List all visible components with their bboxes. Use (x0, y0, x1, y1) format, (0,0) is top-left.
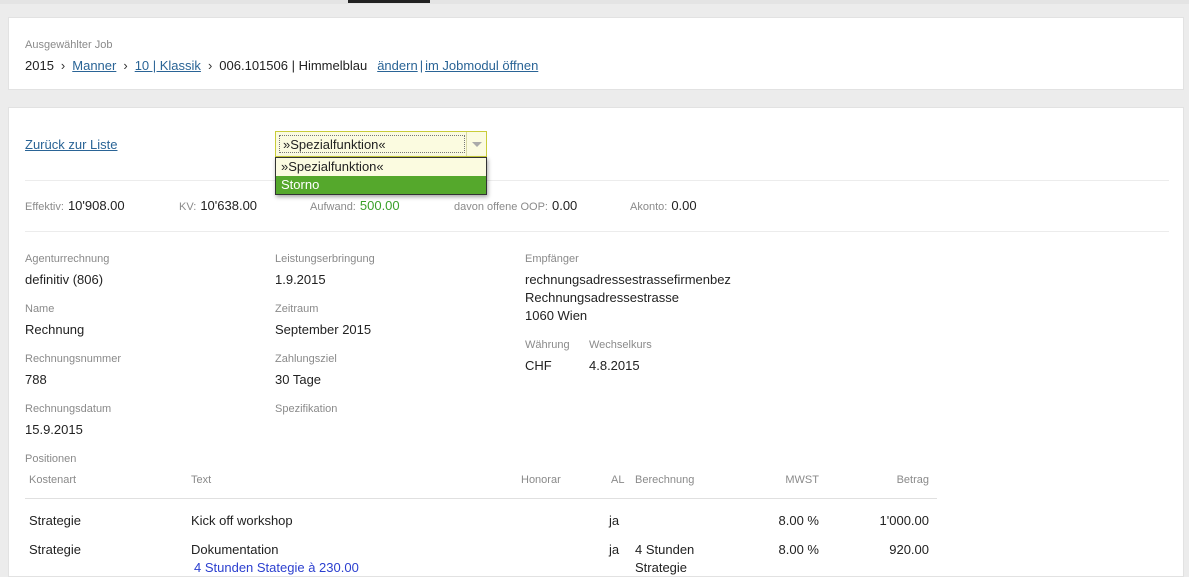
col-header-kostenart: Kostenart (29, 474, 77, 486)
special-function-select[interactable]: »Spezialfunktion« (275, 131, 487, 157)
cell-text: Dokumentation (191, 542, 279, 557)
col-header-al: AL (611, 474, 625, 486)
open-in-job-module-link[interactable]: im Jobmodul öffnen (425, 58, 538, 73)
divider (25, 231, 1169, 232)
breadcrumb-separator: › (123, 58, 128, 73)
total-effektiv: Effektiv: 10'908.00 (25, 198, 125, 213)
field-agenturrechnung: Agenturrechnung definitiv (806) (25, 253, 110, 287)
cell-mwst: 8.00 % (778, 542, 819, 557)
breadcrumb-separator: › (207, 58, 213, 73)
total-open-oop: davon offene OOP: 0.00 (454, 198, 578, 213)
field-leistungserbringung: Leistungserbringung 1.9.2015 (275, 253, 375, 287)
breadcrumb-job: 006.101506 | Himmelblau (219, 58, 368, 73)
field-rechnungsnummer: Rechnungsnummer 788 (25, 353, 121, 387)
cell-betrag: 1'000.00 (879, 513, 929, 528)
col-header-honorar: Honorar (521, 474, 561, 486)
chevron-down-icon (472, 142, 482, 147)
total-akonto: Akonto: 0.00 (630, 198, 697, 213)
cell-text-sub-detail[interactable]: 4 Stunden Stategie à 230.00 (194, 559, 359, 577)
cell-betrag: 920.00 (889, 542, 929, 557)
col-header-betrag: Betrag (896, 474, 929, 486)
dropdown-option-storno[interactable]: Storno (276, 176, 486, 194)
breadcrumb-separator: › (60, 58, 66, 73)
field-spezifikation: Spezifikation (275, 403, 338, 415)
breadcrumb-client-link[interactable]: Manner (72, 58, 116, 73)
cell-text: Kick off workshop (191, 513, 293, 528)
cell-mwst: 8.00 % (778, 513, 819, 528)
positions-title: Positionen (25, 453, 77, 465)
field-wechselkurs: Wechselkurs 4.8.2015 (589, 339, 652, 373)
cell-kostenart: Strategie (29, 513, 82, 528)
field-empfaenger: Empfänger rechnungsadressestrassefirmenb… (525, 253, 731, 323)
total-aufwand: Aufwand: 500.00 (310, 198, 400, 213)
dropdown-option-special-function[interactable]: »Spezialfunktion« (276, 158, 486, 176)
back-to-list-link[interactable]: Zurück zur Liste (25, 137, 117, 152)
field-rechnungsdatum: Rechnungsdatum 15.9.2015 (25, 403, 112, 437)
cell-berechnung-line2: Strategie (635, 560, 688, 575)
job-breadcrumb: 2015 › Manner › 10 | Klassik › 006.101506 | Hi… (25, 58, 538, 73)
selected-job-card: Ausgewählter Job 2015 › Manner › 10 | Klassi… (8, 17, 1184, 90)
col-header-text: Text (191, 474, 212, 486)
selected-job-label: Ausgewählter Job (25, 39, 113, 51)
select-current-value: »Spezialfunktion« (279, 135, 465, 153)
cell-al: ja (609, 542, 620, 557)
table-header-divider (25, 498, 937, 499)
field-name: Name Rechnung (25, 303, 85, 337)
active-tab-indicator (348, 0, 430, 3)
col-header-mwst: MWST (785, 474, 819, 486)
link-separator: | (419, 58, 424, 73)
cell-berechnung: 4 Stunden (635, 542, 695, 557)
breadcrumb-project-link[interactable]: 10 | Klassik (135, 58, 201, 73)
breadcrumb-year: 2015 (25, 58, 54, 73)
col-header-berechnung: Berechnung (635, 474, 695, 486)
total-kv: KV: 10'638.00 (179, 198, 258, 213)
select-toggle[interactable] (466, 132, 486, 156)
field-zeitraum: Zeitraum September 2015 (275, 303, 372, 337)
cell-al: ja (609, 513, 620, 528)
cell-kostenart: Strategie (29, 542, 82, 557)
invoice-detail-card: Zurück zur Liste »Spezialfunktion« »Spez… (8, 107, 1184, 577)
change-job-link[interactable]: ändern (377, 58, 417, 73)
divider (25, 180, 1169, 181)
special-function-dropdown: »Spezialfunktion« Storno (275, 157, 487, 195)
field-zahlungsziel: Zahlungsziel 30 Tage (275, 353, 337, 387)
field-waehrung: Währung CHF (525, 339, 570, 373)
top-tab-bar (0, 0, 1189, 4)
